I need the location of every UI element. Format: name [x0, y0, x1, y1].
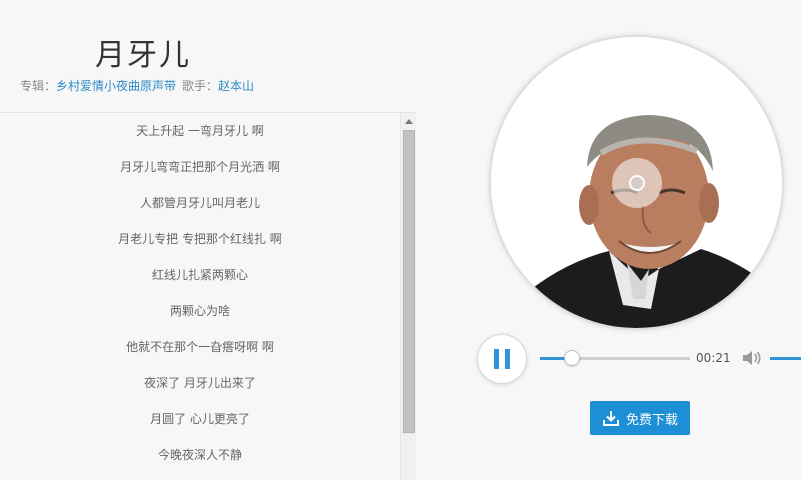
- lyric-line: 月老儿专把 专把那个红线扎 啊: [118, 232, 282, 246]
- pause-icon: [494, 349, 499, 369]
- lyric-line: 人都管月牙儿叫月老儿: [139, 196, 260, 210]
- lyric-line: 夜深了 月牙儿出来了: [144, 376, 256, 390]
- disc-center-icon: [612, 158, 662, 208]
- scroll-up-icon[interactable]: [401, 113, 416, 129]
- lyrics-panel[interactable]: 天上升起 一弯月牙儿 啊 月牙儿弯弯正把那个月光洒 啊 人都管月牙儿叫月老儿 月…: [0, 112, 416, 480]
- pause-button[interactable]: [477, 334, 527, 384]
- singer-link[interactable]: 赵本山: [218, 79, 254, 93]
- volume-slider[interactable]: [770, 357, 801, 360]
- lyric-line: 两颗心为啥: [169, 304, 230, 318]
- scrollbar-thumb[interactable]: [403, 130, 415, 433]
- speaker-icon[interactable]: [741, 349, 763, 367]
- song-title: 月牙儿: [95, 38, 191, 73]
- lyrics-scrollbar[interactable]: [400, 113, 416, 480]
- progress-bar[interactable]: [540, 350, 690, 366]
- download-button[interactable]: 免费下载: [590, 401, 690, 435]
- album-disc: [489, 35, 784, 330]
- lyric-line: 他就不在那个一旮瘩呀啊 啊: [126, 340, 274, 354]
- lyric-line: 月圆了 心儿更亮了: [150, 412, 250, 426]
- download-label: 免费下载: [625, 412, 678, 428]
- lyric-line: 红线儿扎紧两颗心: [151, 268, 248, 282]
- lyric-line: 月牙儿弯弯正把那个月光洒 啊: [120, 160, 280, 174]
- lyric-line: 天上升起 一弯月牙儿 啊: [136, 124, 264, 138]
- song-meta: 专辑：乡村爱情小夜曲原声带 歌手：赵本山: [20, 77, 254, 94]
- album-label: 专辑：: [20, 79, 57, 93]
- progress-handle[interactable]: [563, 350, 580, 366]
- lyrics-list: 天上升起 一弯月牙儿 啊 月牙儿弯弯正把那个月光洒 啊 人都管月牙儿叫月老儿 月…: [0, 113, 400, 473]
- current-time: 00:21: [696, 351, 731, 365]
- singer-label: 歌手：: [182, 79, 219, 93]
- album-link[interactable]: 乡村爱情小夜曲原声带: [56, 79, 176, 93]
- download-icon: [602, 411, 619, 426]
- lyric-line: 今晚夜深人不静: [157, 448, 242, 462]
